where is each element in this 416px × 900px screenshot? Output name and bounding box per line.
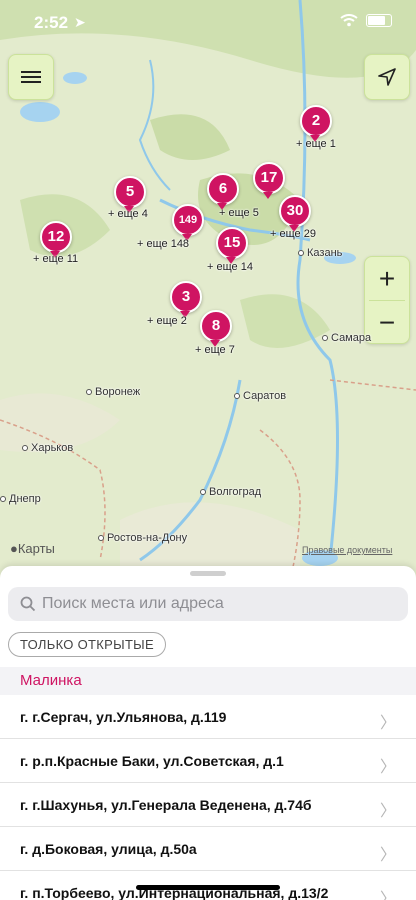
wifi-icon [340,14,358,27]
battery-icon [366,14,392,27]
open-only-filter-button[interactable]: ТОЛЬКО ОТКРЫТЫЕ [8,632,166,657]
legal-link[interactable]: Правовые документы [302,545,392,555]
pin-label: + еще 148 [137,238,190,250]
chevron-right-icon: 〉 [379,847,396,864]
map-pin[interactable]: 6 [207,173,239,210]
chevron-right-icon: 〉 [379,891,396,900]
pin-label: + еще 1 [296,138,336,150]
chevron-right-icon: 〉 [379,715,396,732]
pin-count: 5 [114,176,146,208]
location-arrow-icon: ➤ [74,14,86,30]
chevron-right-icon: 〉 [379,803,396,820]
status-time: 2:52 [34,13,69,32]
search-placeholder: Поиск места или адреса [42,595,224,612]
map-view[interactable]: 2:52 ➤ + − 2 + еще 1 5 + еще 4 6 + еще 5… [0,0,416,580]
map-pin[interactable]: 17 [253,162,285,199]
pin-count: 30 [279,195,311,227]
zoom-control: + − [364,256,410,344]
map-pin[interactable]: 15 [216,227,248,264]
city-label: Волгоград [200,486,261,498]
status-bar: 2:52 ➤ [0,0,416,46]
chevron-right-icon: 〉 [379,759,396,776]
city-label: Харьков [22,442,73,454]
home-indicator[interactable] [136,885,280,890]
pin-label: + еще 14 [207,261,253,273]
pin-count: 15 [216,227,248,259]
menu-button[interactable] [8,54,54,100]
pin-count: 2 [300,105,332,137]
search-input[interactable]: Поиск места или адреса [8,587,408,621]
section-header: Малинка [0,667,416,695]
map-pin[interactable]: 149 [172,204,204,241]
sheet-grabber[interactable] [190,571,226,576]
list-item[interactable]: г. р.п.Красные Баки, ул.Советская, д.1 〉 [0,739,416,783]
apple-logo-icon: ● [10,541,18,556]
city-label: Саратов [234,390,286,402]
pin-label: + еще 11 [33,253,79,265]
pin-count: 3 [170,281,202,313]
map-pin[interactable]: 8 [200,310,232,347]
city-label: Самара [322,332,371,344]
zoom-out-button[interactable]: − [365,301,409,344]
city-label: Воронеж [86,386,140,398]
pin-count: 8 [200,310,232,342]
pin-label: + еще 7 [195,344,235,356]
status-icons [340,14,392,27]
maps-brand: ●Карты [10,541,55,556]
pin-label: + еще 29 [270,228,316,240]
zoom-in-button[interactable]: + [365,257,409,300]
search-icon [20,596,36,612]
city-label: Ростов-на-Дону [98,532,187,544]
bottom-sheet: Поиск места или адреса ТОЛЬКО ОТКРЫТЫЕ М… [0,566,416,900]
pin-count: 149 [172,204,204,236]
list-item[interactable]: г. г.Шахунья, ул.Генерала Веденена, д.74… [0,783,416,827]
map-pin[interactable]: 3 [170,281,202,318]
pin-count: 6 [207,173,239,205]
list-item[interactable]: г. д.Боковая, улица, д.50а 〉 [0,827,416,871]
hamburger-icon [21,68,41,86]
city-label: Днепр [0,493,41,505]
city-label: Казань [298,247,342,259]
pin-label: + еще 4 [108,208,148,220]
pin-label: + еще 5 [219,207,259,219]
map-pin[interactable]: 2 [300,105,332,142]
map-pin[interactable]: 30 [279,195,311,232]
pin-count: 17 [253,162,285,194]
locate-me-button[interactable] [364,54,410,100]
pin-count: 12 [40,221,72,253]
list-item[interactable]: г. г.Сергач, ул.Ульянова, д.119 〉 [0,695,416,739]
pin-label: + еще 2 [147,315,187,327]
navigation-arrow-icon [378,68,396,86]
